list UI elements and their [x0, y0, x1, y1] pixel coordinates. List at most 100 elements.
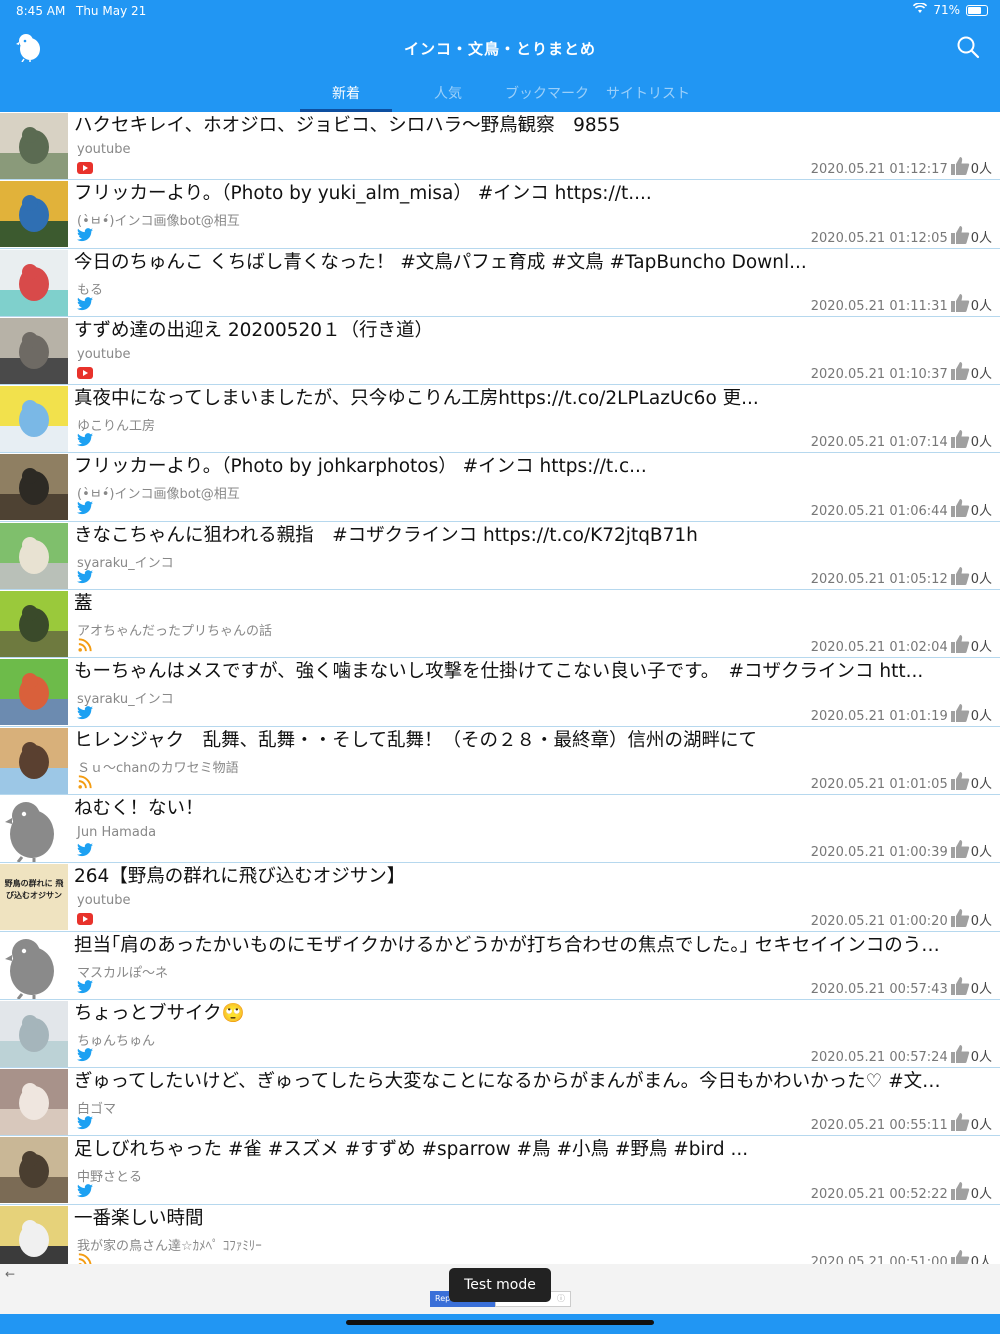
- tab-new[interactable]: 新着: [300, 82, 392, 112]
- list-item[interactable]: 一番楽しい時間 我が家の鳥さん達☆ｶﾒﾍﾟ ｺﾌｧﾐﾘｰ 2020.05.21 00…: [0, 1205, 1000, 1264]
- item-meta: 2020.05.21 01:00:39 0人: [811, 839, 992, 860]
- item-thumbnail: 野鳥の群れに 飛び込むオジサン: [0, 864, 68, 931]
- thumbs-up-icon[interactable]: [950, 976, 970, 996]
- list-item[interactable]: 蓋アオちゃんだったプリちゃんの話 2020.05.21 01:02:04 0人: [0, 590, 1000, 659]
- item-title[interactable]: 一番楽しい時間: [74, 1207, 980, 1231]
- list-item[interactable]: ちょっとブサイク🙄 ちゅんちゅん 2020.05.21 00:57:24 0人: [0, 1000, 1000, 1069]
- back-arrow-icon[interactable]: ←: [5, 1267, 15, 1281]
- thumbs-up-icon[interactable]: [950, 771, 970, 791]
- list-item[interactable]: きなこちゃんに狙われる親指 #コザクラインコ https://t.co/K72j…: [0, 522, 1000, 591]
- bird-placeholder-icon: [0, 795, 68, 862]
- app-title: インコ・文鳥・とりまとめ: [403, 40, 596, 58]
- item-like-count: 0人: [970, 913, 992, 929]
- list-item[interactable]: フリッカーより。（Photo by johkarphotos） #インコ htt…: [0, 453, 1000, 522]
- thumbs-up-icon[interactable]: [950, 1181, 970, 1201]
- thumbs-up-icon[interactable]: [950, 1112, 970, 1132]
- list-item[interactable]: ハクセキレイ、ホオジロ、ジョビコ、シロハラ〜野鳥観察 9855 youtube 20…: [0, 112, 1000, 181]
- item-meta: 2020.05.21 01:06:44 0人: [811, 498, 992, 519]
- item-timestamp: 2020.05.21 01:06:44: [810, 503, 948, 519]
- thumbs-up-icon[interactable]: [950, 156, 970, 176]
- item-timestamp: 2020.05.21 01:05:12: [810, 572, 948, 588]
- item-title[interactable]: すずめ達の出迎え 20200520１（行き道）: [74, 319, 980, 343]
- thumbs-up-icon[interactable]: [950, 566, 970, 586]
- list-item[interactable]: ヒレンジャク 乱舞、乱舞・・そして乱舞！（その２８・最終章）信州の湖畔にて Ｓｕ〜…: [0, 727, 1000, 795]
- item-source: Ｓｕ〜chanのカワセミ物語: [77, 760, 239, 776]
- item-title[interactable]: 今日のちゅんこ くちばし青くなった！ #文鳥パフェ育成 #文鳥 #TapBunc…: [74, 251, 980, 275]
- item-thumbnail: [0, 317, 68, 384]
- item-timestamp: 2020.05.21 01:00:39: [810, 845, 948, 861]
- list-item[interactable]: 真夜中になってしまいましたが、只今ゆこりん工房https://t.co/2LPL…: [0, 385, 1000, 454]
- item-title[interactable]: 蓋: [74, 592, 980, 616]
- list-item[interactable]: 野鳥の群れに 飛び込むオジサン 264【野鳥の群れに飛び込むオジサン】 youtub…: [0, 863, 1000, 932]
- item-timestamp: 2020.05.21 01:02:04: [810, 640, 948, 656]
- thumbs-up-icon[interactable]: [950, 839, 970, 859]
- article-list[interactable]: ハクセキレイ、ホオジロ、ジョビコ、シロハラ〜野鳥観察 9855 youtube 20…: [0, 112, 1000, 1264]
- item-title[interactable]: ちょっとブサイク🙄: [74, 1002, 980, 1026]
- item-thumbnail: [0, 454, 68, 521]
- item-title[interactable]: フリッカーより。（Photo by yuki_alm_misa） #インコ ht…: [74, 182, 980, 206]
- item-title[interactable]: ハクセキレイ、ホオジロ、ジョビコ、シロハラ〜野鳥観察 9855: [74, 114, 980, 138]
- search-icon[interactable]: [956, 35, 980, 59]
- list-item[interactable]: フリッカーより。（Photo by yuki_alm_misa） #インコ ht…: [0, 180, 1000, 249]
- list-item[interactable]: 足しびれちゃった #雀 #スズメ #すずめ #sparrow #鳥 #小鳥 #野…: [0, 1136, 1000, 1205]
- tab-site-list[interactable]: サイトリスト: [590, 82, 706, 112]
- item-source: (•̀ㅂ•́)インコ画像bot@相互: [77, 214, 240, 230]
- item-thumbnail: [0, 386, 68, 453]
- item-title[interactable]: 担当｢肩のあったかいものにモザイクかけるかどうかが打ち合わせの焦点でした。｣ セ…: [74, 934, 980, 958]
- item-meta: 2020.05.21 01:11:31 0人: [811, 293, 992, 314]
- item-title[interactable]: 足しびれちゃった #雀 #スズメ #すずめ #sparrow #鳥 #小鳥 #野…: [74, 1138, 980, 1162]
- item-title[interactable]: ぎゅってしたいけど、ぎゅってしたら大変なことになるからがまんがまん。今日もかわい…: [74, 1070, 980, 1094]
- item-like-count: 0人: [970, 572, 992, 588]
- item-meta: 2020.05.21 01:10:37 0人: [811, 361, 992, 382]
- thumbs-up-icon[interactable]: [950, 429, 970, 449]
- thumbs-up-icon[interactable]: [950, 908, 970, 928]
- item-thumbnail: [0, 1069, 68, 1136]
- thumbs-up-icon[interactable]: [950, 703, 970, 723]
- item-like-count: 0人: [970, 162, 992, 178]
- rss-icon: [77, 637, 93, 652]
- twitter-icon: [77, 1183, 93, 1198]
- item-meta: 2020.05.21 01:12:17 0人: [811, 156, 992, 177]
- list-item[interactable]: 担当｢肩のあったかいものにモザイクかけるかどうかが打ち合わせの焦点でした。｣ セ…: [0, 932, 1000, 1000]
- thumbs-up-icon[interactable]: [950, 293, 970, 313]
- item-title[interactable]: 真夜中になってしまいましたが、只今ゆこりん工房https://t.co/2LPL…: [74, 387, 980, 411]
- home-indicator[interactable]: [346, 1320, 654, 1325]
- rss-icon: [77, 1252, 93, 1264]
- thumbs-up-icon[interactable]: [950, 225, 970, 245]
- item-title[interactable]: ヒレンジャク 乱舞、乱舞・・そして乱舞！（その２８・最終章）信州の湖畔にて: [74, 729, 980, 753]
- item-title[interactable]: ねむく！ない！: [74, 797, 980, 821]
- item-title[interactable]: 264【野鳥の群れに飛び込むオジサン】: [74, 865, 980, 889]
- item-meta: 2020.05.21 00:55:11 0人: [811, 1112, 992, 1133]
- item-title[interactable]: きなこちゃんに狙われる親指 #コザクラインコ https://t.co/K72j…: [74, 524, 980, 548]
- list-item[interactable]: ねむく！ない！ Jun Hamada 2020.05.21 01:00:39 0人: [0, 795, 1000, 864]
- thumbs-up-icon[interactable]: [950, 361, 970, 381]
- item-like-count: 0人: [970, 298, 992, 314]
- item-timestamp: 2020.05.21 01:07:14: [810, 435, 948, 451]
- item-timestamp: 2020.05.21 01:12:17: [810, 162, 948, 178]
- list-item[interactable]: ぎゅってしたいけど、ぎゅってしたら大変なことになるからがまんがまん。今日もかわい…: [0, 1068, 1000, 1137]
- test-mode-toast: Test mode: [449, 1268, 551, 1302]
- list-item[interactable]: もーちゃんはメスですが、強く噛まないし攻撃を仕掛けてこない良い子です。 #コザク…: [0, 658, 1000, 727]
- thumbs-up-icon[interactable]: [950, 1249, 970, 1264]
- item-timestamp: 2020.05.21 01:00:20: [810, 913, 948, 929]
- item-like-count: 0人: [970, 435, 992, 451]
- item-timestamp: 2020.05.21 00:55:11: [810, 1118, 948, 1134]
- tab-bookmark[interactable]: ブックマーク: [504, 82, 590, 112]
- item-thumbnail: [0, 181, 68, 248]
- item-title[interactable]: フリッカーより。（Photo by johkarphotos） #インコ htt…: [74, 455, 980, 479]
- item-title[interactable]: もーちゃんはメスですが、強く噛まないし攻撃を仕掛けてこない良い子です。 #コザク…: [74, 660, 980, 684]
- item-thumbnail: [0, 522, 68, 589]
- status-bar: 8:45 AM Thu May 21 71%: [0, 0, 1000, 22]
- list-item[interactable]: 今日のちゅんこ くちばし青くなった！ #文鳥パフェ育成 #文鳥 #TapBunc…: [0, 249, 1000, 317]
- ad-banner: ← Report this ad ⓘ Test mode: [0, 1264, 1000, 1314]
- list-item[interactable]: すずめ達の出迎え 20200520１（行き道） youtube 2020.05.21…: [0, 317, 1000, 386]
- youtube-icon: [77, 159, 93, 174]
- thumbs-up-icon[interactable]: [950, 634, 970, 654]
- item-source: Jun Hamada: [77, 824, 157, 840]
- thumbs-up-icon[interactable]: [950, 1044, 970, 1064]
- item-thumbnail: [0, 659, 68, 726]
- battery-icon: [966, 4, 988, 16]
- tab-popular[interactable]: 人気: [392, 82, 504, 112]
- thumbs-up-icon[interactable]: [950, 498, 970, 518]
- item-thumbnail: [0, 591, 68, 658]
